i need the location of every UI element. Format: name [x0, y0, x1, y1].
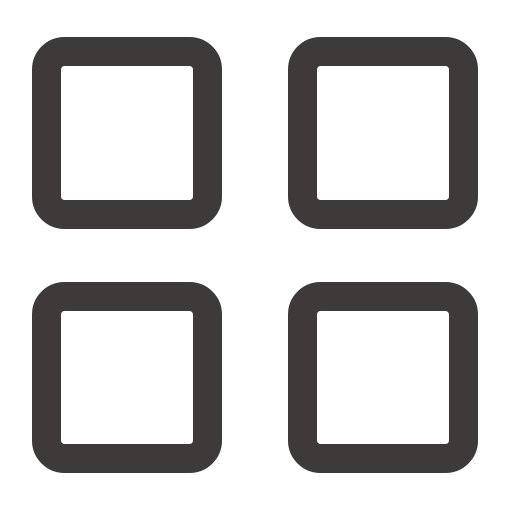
grid-tile-top-right: [288, 37, 478, 229]
grid-tile-top-left: [32, 37, 222, 229]
icon-canvas: [0, 0, 512, 512]
grid-tile-bottom-right: [288, 282, 478, 473]
grid-icon: [32, 37, 478, 473]
grid-tile-bottom-left: [32, 282, 222, 473]
